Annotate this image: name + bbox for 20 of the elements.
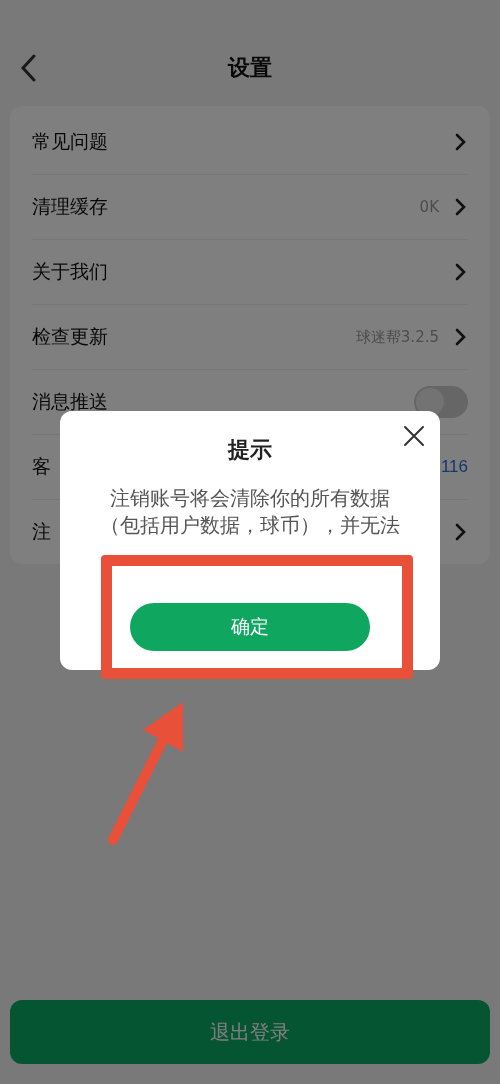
chevron-right-icon xyxy=(455,133,466,151)
setting-label[interactable]: 客 xyxy=(32,454,51,480)
page-title: 设置 xyxy=(228,54,272,82)
back-icon[interactable] xyxy=(20,54,36,82)
setting-label[interactable]: 注 xyxy=(32,519,51,545)
setting-label[interactable]: 关于我们 xyxy=(32,259,108,285)
chevron-right-icon xyxy=(455,263,466,281)
dialog-title: 提示 xyxy=(228,436,272,464)
toggle-switch[interactable] xyxy=(414,386,468,418)
chevron-right-icon xyxy=(455,328,466,346)
setting-label[interactable]: 常见问题 xyxy=(32,129,108,155)
setting-label[interactable]: 清理缓存 xyxy=(32,194,108,220)
confirm-button[interactable]: 确定 xyxy=(130,603,370,651)
chevron-right-icon xyxy=(455,523,466,541)
dialog-message: 注销账号将会清除你的所有数据（包括用户数据，球币），并无法 xyxy=(99,485,401,539)
setting-label[interactable]: 检查更新 xyxy=(32,324,108,350)
setting-value[interactable]: 116 xyxy=(440,457,468,477)
close-icon[interactable] xyxy=(403,425,425,447)
setting-label[interactable]: 消息推送 xyxy=(32,389,108,415)
chevron-right-icon xyxy=(455,198,466,216)
